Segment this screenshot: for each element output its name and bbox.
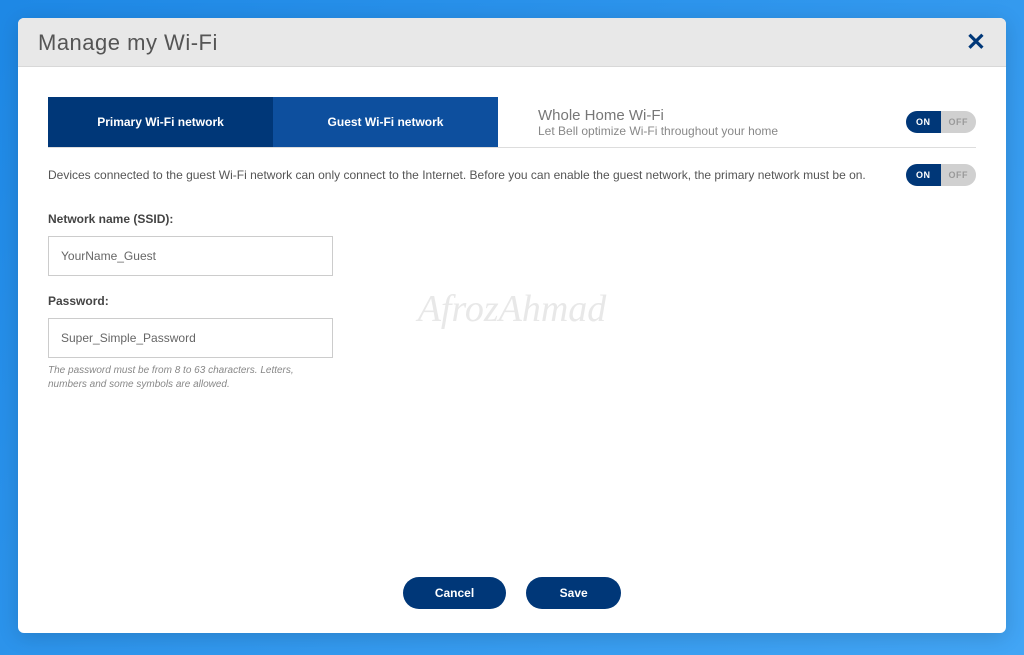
modal-body: Primary Wi-Fi network Guest Wi-Fi networ…	[18, 67, 1006, 557]
toggle-off-label: OFF	[941, 111, 977, 133]
whole-home-text: Whole Home Wi-Fi Let Bell optimize Wi-Fi…	[538, 107, 778, 138]
wifi-settings-modal: Manage my Wi-Fi ✕ Primary Wi-Fi network …	[18, 18, 1006, 633]
tab-guest-wifi[interactable]: Guest Wi-Fi network	[273, 97, 498, 147]
toggle-on-label: ON	[906, 111, 941, 133]
guest-description-text: Devices connected to the guest Wi-Fi net…	[48, 166, 866, 184]
ssid-group: Network name (SSID):	[48, 212, 976, 276]
password-group: Password: The password must be from 8 to…	[48, 294, 976, 392]
toggle-on-label: ON	[906, 164, 941, 186]
toggle-off-label: OFF	[941, 164, 977, 186]
ssid-label: Network name (SSID):	[48, 212, 976, 226]
save-button[interactable]: Save	[526, 577, 621, 609]
form-section: Network name (SSID): Password: The passw…	[48, 202, 976, 420]
password-input[interactable]	[48, 318, 333, 358]
tab-primary-wifi[interactable]: Primary Wi-Fi network	[48, 97, 273, 147]
guest-description-row: Devices connected to the guest Wi-Fi net…	[48, 148, 976, 202]
password-hint: The password must be from 8 to 63 charac…	[48, 364, 333, 392]
whole-home-section: Whole Home Wi-Fi Let Bell optimize Wi-Fi…	[498, 97, 976, 147]
whole-home-subtitle: Let Bell optimize Wi-Fi throughout your …	[538, 124, 778, 138]
modal-header: Manage my Wi-Fi ✕	[18, 18, 1006, 67]
modal-title: Manage my Wi-Fi	[38, 30, 218, 56]
top-row: Primary Wi-Fi network Guest Wi-Fi networ…	[48, 97, 976, 148]
tabs-container: Primary Wi-Fi network Guest Wi-Fi networ…	[48, 97, 498, 147]
whole-home-title: Whole Home Wi-Fi	[538, 107, 778, 124]
password-label: Password:	[48, 294, 976, 308]
cancel-button[interactable]: Cancel	[403, 577, 506, 609]
close-icon[interactable]: ✕	[966, 31, 986, 55]
ssid-input[interactable]	[48, 236, 333, 276]
action-buttons: Cancel Save	[18, 557, 1006, 633]
guest-network-toggle[interactable]: ON OFF	[906, 164, 976, 186]
whole-home-toggle[interactable]: ON OFF	[906, 111, 976, 133]
